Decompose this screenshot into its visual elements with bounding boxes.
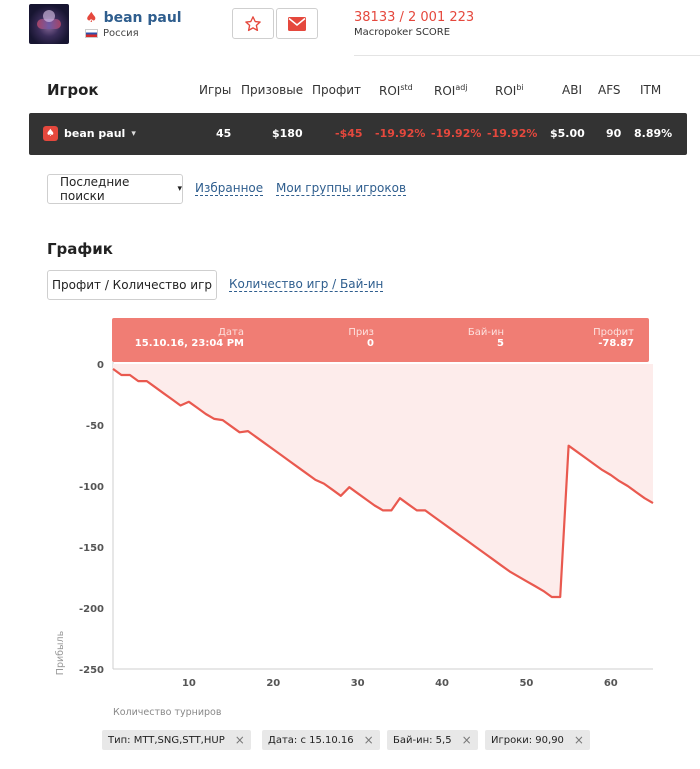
col-prize[interactable]: Призовые bbox=[241, 83, 303, 97]
russia-flag-icon bbox=[85, 29, 98, 38]
tooltip-profit: Профит -78.87 bbox=[593, 327, 634, 349]
tab-games-buyin-label: Количество игр / Бай-ин bbox=[229, 277, 384, 292]
tooltip-prize: Приз 0 bbox=[348, 327, 374, 349]
recent-searches-label: Последние поиски bbox=[60, 175, 130, 203]
table-title: Игрок bbox=[47, 81, 99, 99]
col-roi-bi[interactable]: ROIbi bbox=[495, 83, 524, 98]
y-tick-label: -100 bbox=[79, 482, 104, 493]
profit-area bbox=[113, 364, 653, 597]
spade-icon: ♠ bbox=[43, 126, 58, 141]
x-tick-label: 10 bbox=[182, 678, 196, 689]
tab-games-buyin[interactable]: Количество игр / Бай-ин bbox=[229, 277, 384, 292]
col-roi-std[interactable]: ROIstd bbox=[379, 83, 413, 98]
message-button[interactable] bbox=[276, 8, 318, 39]
player-name: bean paul bbox=[103, 10, 182, 26]
y-tick-label: 0 bbox=[97, 360, 104, 371]
row-roi-std: -19.92% bbox=[375, 127, 426, 140]
y-tick-label: -150 bbox=[79, 543, 104, 554]
close-icon[interactable]: × bbox=[574, 733, 584, 747]
favorite-button[interactable] bbox=[232, 8, 274, 39]
roi-bi-sup: bi bbox=[516, 83, 524, 92]
table-row[interactable]: ♠ bean paul ▾ 45 $180 -$45 -19.92% -19.9… bbox=[29, 113, 687, 155]
col-games[interactable]: Игры bbox=[199, 83, 231, 97]
player-avatar[interactable] bbox=[29, 4, 69, 44]
profit-chart[interactable]: 0-50-100-150-200-25010 20 30 40 50 60Количест… bbox=[0, 300, 700, 730]
col-afs[interactable]: AFS bbox=[598, 83, 621, 97]
row-afs: 90 bbox=[606, 127, 622, 140]
tooltip-date: Дата 15.10.16, 23:04 PM bbox=[135, 327, 244, 349]
y-tick-label: -200 bbox=[79, 604, 104, 615]
favorites-link[interactable]: Избранное bbox=[195, 181, 264, 196]
tooltip-prize-value: 0 bbox=[367, 338, 374, 349]
chip-label: Тип: MTT,SNG,STT,HUP bbox=[108, 734, 225, 746]
graph-title: График bbox=[47, 240, 113, 258]
roi-std-label: ROI bbox=[379, 84, 401, 98]
chip-label: Игроки: 90,90 bbox=[491, 734, 564, 746]
filter-chip-type[interactable]: Тип: MTT,SNG,STT,HUP × bbox=[102, 730, 251, 750]
chip-label: Дата: с 15.10.16 bbox=[268, 734, 354, 746]
filter-chip-players[interactable]: Игроки: 90,90 × bbox=[485, 730, 590, 750]
y-axis-title: Прибыль bbox=[55, 630, 66, 675]
x-tick-label: 30 bbox=[351, 678, 365, 689]
player-country: Россия bbox=[85, 28, 139, 39]
score-rank: 38133 / 2 001 223 bbox=[354, 10, 475, 25]
filter-chip-date[interactable]: Дата: с 15.10.16 × bbox=[262, 730, 380, 750]
tooltip-buyin-label: Бай-ин bbox=[467, 327, 504, 338]
row-abi: $5.00 bbox=[550, 127, 585, 140]
col-roi-adj[interactable]: ROIadj bbox=[434, 83, 468, 98]
x-axis-title: Количество турниров bbox=[113, 707, 222, 718]
tooltip-date-value: 15.10.16, 23:04 PM bbox=[134, 338, 244, 349]
tooltip-profit-value: -78.87 bbox=[598, 338, 634, 349]
groups-label: Мои группы игроков bbox=[276, 181, 407, 196]
player-name-link[interactable]: ♠ bean paul bbox=[85, 10, 182, 26]
row-roi-bi: -19.92% bbox=[487, 127, 538, 140]
chip-label: Бай-ин: 5,5 bbox=[393, 734, 452, 746]
recent-searches-dropdown[interactable]: Последние поиски ▾ bbox=[47, 174, 183, 204]
x-tick-label: 20 bbox=[266, 678, 280, 689]
roi-std-sup: std bbox=[400, 83, 413, 92]
chart-tooltip: Дата 15.10.16, 23:04 PM Приз 0 Бай-ин 5 … bbox=[112, 318, 649, 362]
x-tick-label: 40 bbox=[435, 678, 449, 689]
x-tick-label: 60 bbox=[604, 678, 618, 689]
row-itm: 8.89% bbox=[634, 127, 673, 140]
y-tick-label: -250 bbox=[79, 665, 104, 676]
x-tick-label: 50 bbox=[519, 678, 533, 689]
row-games: 45 bbox=[216, 127, 232, 140]
filter-chip-buyin[interactable]: Бай-ин: 5,5 × bbox=[387, 730, 478, 750]
y-tick-label: -50 bbox=[86, 421, 104, 432]
spade-icon: ♠ bbox=[85, 10, 98, 26]
row-player[interactable]: ♠ bean paul ▾ bbox=[43, 126, 136, 141]
envelope-icon bbox=[288, 16, 306, 31]
row-profit: -$45 bbox=[335, 127, 363, 140]
close-icon[interactable]: × bbox=[235, 733, 245, 747]
divider bbox=[354, 55, 700, 56]
tab-profit-games[interactable]: Профит / Количество игр bbox=[47, 270, 217, 300]
col-abi[interactable]: ABI bbox=[562, 83, 582, 97]
close-icon[interactable]: × bbox=[462, 733, 472, 747]
roi-adj-sup: adj bbox=[455, 83, 468, 92]
chevron-down-icon: ▾ bbox=[131, 128, 136, 139]
row-prize: $180 bbox=[272, 127, 303, 140]
tooltip-prize-label: Приз bbox=[348, 327, 374, 338]
col-itm[interactable]: ITM bbox=[640, 83, 661, 97]
tooltip-buyin: Бай-ин 5 bbox=[468, 327, 504, 349]
tooltip-date-label: Дата bbox=[218, 327, 244, 338]
roi-adj-label: ROI bbox=[434, 84, 456, 98]
tooltip-buyin-value: 5 bbox=[497, 338, 504, 349]
row-player-name: bean paul bbox=[64, 127, 126, 140]
chevron-down-icon: ▾ bbox=[177, 184, 182, 194]
row-roi-adj: -19.92% bbox=[431, 127, 482, 140]
groups-link[interactable]: Мои группы игроков bbox=[276, 181, 407, 196]
col-profit[interactable]: Профит bbox=[312, 83, 361, 97]
favorites-label: Избранное bbox=[195, 181, 264, 196]
country-label: Россия bbox=[103, 28, 139, 39]
score-label: Macropoker SCORE bbox=[354, 27, 451, 38]
close-icon[interactable]: × bbox=[364, 733, 374, 747]
tooltip-profit-label: Профит bbox=[593, 327, 634, 338]
star-icon bbox=[245, 15, 261, 31]
roi-bi-label: ROI bbox=[495, 84, 517, 98]
